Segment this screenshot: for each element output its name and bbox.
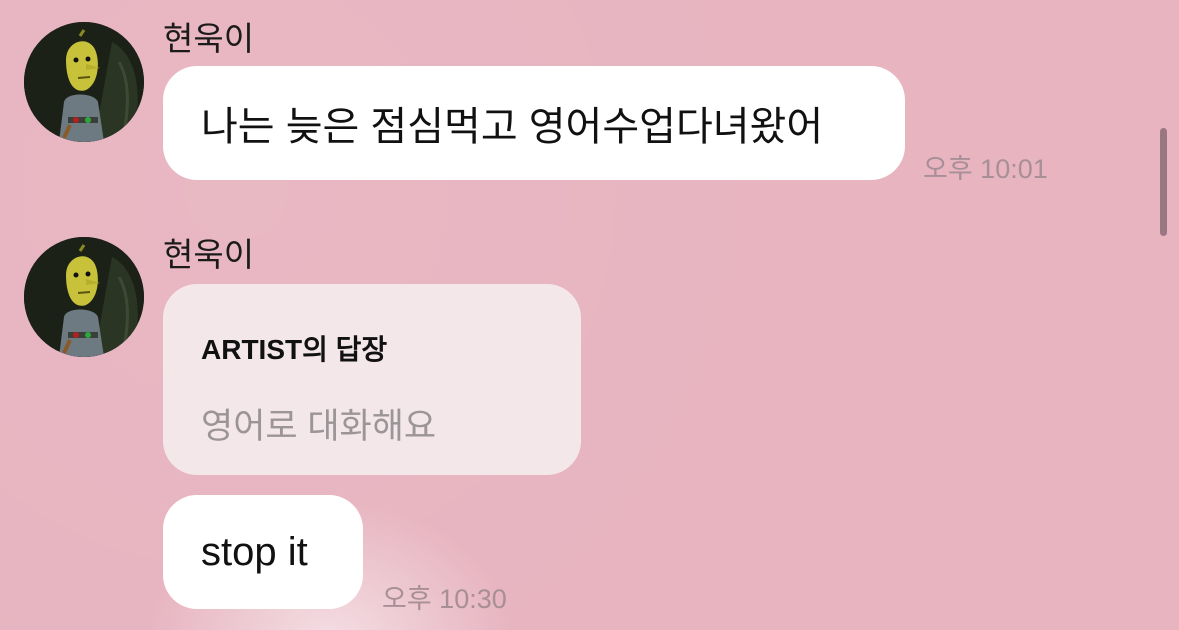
lemongrab-avatar-icon [24,22,144,142]
sender-name: 현욱이 [163,20,255,57]
sender-avatar[interactable] [24,237,144,357]
message-timestamp: 오후 10:01 [923,154,1048,184]
message-text: stop it [201,529,308,574]
message-bubble[interactable]: 나는 늦은 점심먹고 영어수업다녀왔어 [163,66,905,180]
message-text: 나는 늦은 점심먹고 영어수업다녀왔어 [201,105,824,149]
message-timestamp: 오후 10:30 [382,584,507,614]
chat-message-list[interactable]: 현욱이 나는 늦은 점심먹고 영어수업다녀왔어 오후 10:01 현욱이 ART… [0,0,1179,630]
sender-avatar[interactable] [24,22,144,142]
sender-name: 현욱이 [163,236,255,273]
reply-quoted-text: 영어로 대화해요 [201,407,437,446]
lemongrab-avatar-icon [24,237,144,357]
reply-quote-card[interactable]: ARTIST의 답장 영어로 대화해요 [163,284,581,475]
reply-title: ARTIST의 답장 [201,334,388,365]
scrollbar-thumb[interactable] [1160,128,1167,236]
message-bubble[interactable]: stop it [163,495,363,609]
